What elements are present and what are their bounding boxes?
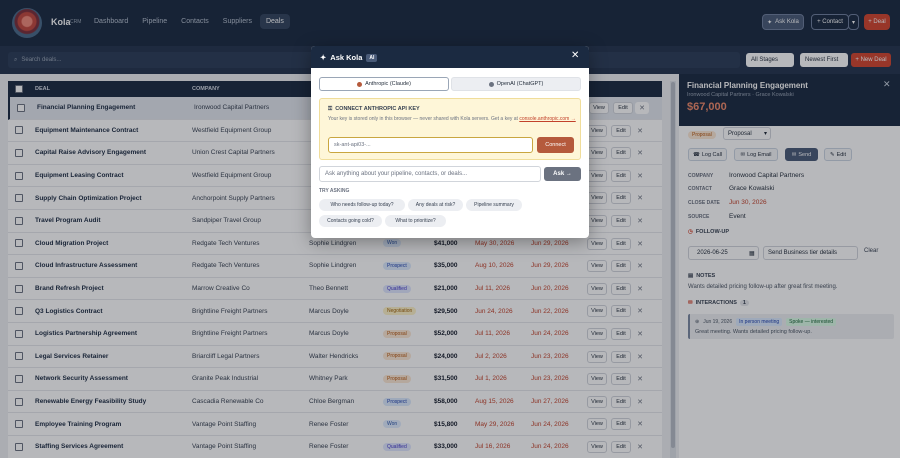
openai-label: OpenAI (ChatGPT) (496, 81, 544, 87)
api-key-link[interactable]: console.anthropic.com → (519, 116, 575, 122)
api-key-title: CONNECT ANTHROPIC API KEY (335, 106, 420, 112)
modal-title: Ask Kola (330, 53, 363, 62)
key-icon: ⚿ (328, 106, 333, 112)
api-key-text: Your key is stored only in this browser … (328, 116, 490, 122)
modal-header: ✦ Ask Kola AI ✕ (311, 46, 589, 68)
connect-button[interactable]: Connect (537, 137, 574, 153)
ask-input[interactable]: Ask anything about your pipeline, contac… (319, 166, 541, 182)
api-key-title-group: ⚿ CONNECT ANTHROPIC API KEY (328, 106, 420, 113)
provider-tab-openai[interactable]: OpenAI (ChatGPT) (451, 77, 581, 91)
ask-kola-modal: ✦ Ask Kola AI ✕ Anthropic (Claude) OpenAI … (311, 46, 589, 238)
ask-button[interactable]: Ask → (544, 167, 581, 181)
provider-tab-anthropic[interactable]: Anthropic (Claude) (319, 77, 449, 91)
suggestion-chip[interactable]: Who needs follow-up today? (319, 199, 405, 211)
suggestion-chip[interactable]: Contacts going cold? (319, 215, 382, 227)
close-icon[interactable]: ✕ (571, 50, 579, 61)
suggestion-chip[interactable]: Pipeline summary (466, 199, 522, 211)
openai-icon (488, 81, 494, 87)
suggestion-chip[interactable]: Any deals at risk? (408, 199, 463, 211)
suggestion-chip[interactable]: What to prioritize? (385, 215, 446, 227)
sparkle-icon: ✦ (320, 53, 327, 62)
try-asking-label: TRY ASKING (319, 188, 350, 194)
modal-title-group: ✦ Ask Kola AI (320, 53, 378, 62)
api-key-description: Your key is stored only in this browser … (328, 116, 578, 123)
anthropic-icon (357, 81, 363, 87)
api-key-box: ⚿ CONNECT ANTHROPIC API KEY Your key is s… (319, 98, 581, 160)
api-key-link-prefix: Get a key at (490, 116, 518, 122)
anthropic-label: Anthropic (Claude) (365, 81, 411, 87)
api-key-input[interactable]: sk-ant-api03-... (328, 137, 533, 153)
ai-badge: AI (366, 53, 378, 62)
